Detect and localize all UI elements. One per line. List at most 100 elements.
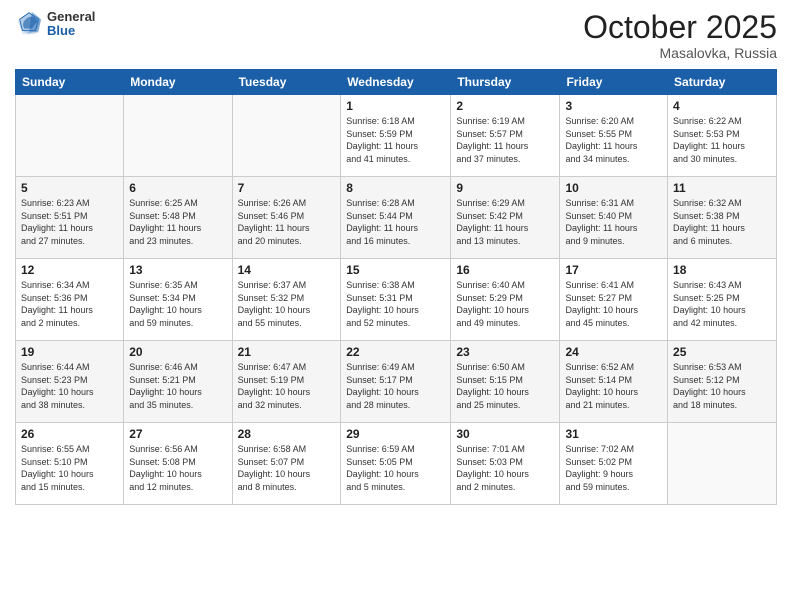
calendar-day-cell: 20Sunrise: 6:46 AM Sunset: 5:21 PM Dayli… bbox=[124, 341, 232, 423]
day-number: 26 bbox=[21, 427, 118, 441]
day-number: 12 bbox=[21, 263, 118, 277]
day-number: 23 bbox=[456, 345, 554, 359]
calendar-day-cell: 13 Sunrise: 6:35 AM Sunset: 5:34 PM Dayli… bbox=[124, 259, 232, 341]
day-number: 21 bbox=[238, 345, 336, 359]
header-wednesday: Wednesday bbox=[341, 70, 451, 95]
day-number: 17 bbox=[565, 263, 662, 277]
day-info: Sunrise: 6:49 AM Sunset: 5:17 PM Dayligh… bbox=[346, 361, 445, 411]
calendar-day-cell: 6Sunrise: 6:25 AM Sunset: 5:48 PM Daylig… bbox=[124, 177, 232, 259]
location-subtitle: Masalovka, Russia bbox=[583, 45, 777, 61]
calendar-day-cell: 22 Sunrise: 6:49 AM Sunset: 5:17 PM Dayli… bbox=[341, 341, 451, 423]
header: General Blue October 2025 Masalovka, Rus… bbox=[15, 10, 777, 61]
calendar-day-cell: 3 Sunrise: 6:20 AM Sunset: 5:55 PM Daylig… bbox=[560, 95, 668, 177]
calendar-day-cell: 29Sunrise: 6:59 AM Sunset: 5:05 PM Dayli… bbox=[341, 423, 451, 505]
header-tuesday: Tuesday bbox=[232, 70, 341, 95]
day-info: Sunrise: 6:29 AM Sunset: 5:42 PM Dayligh… bbox=[456, 197, 554, 247]
day-info: Sunrise: 6:56 AM Sunset: 5:08 PM Dayligh… bbox=[129, 443, 226, 493]
calendar-day-cell: 11Sunrise: 6:32 AM Sunset: 5:38 PM Dayli… bbox=[668, 177, 777, 259]
calendar-day-cell: 27 Sunrise: 6:56 AM Sunset: 5:08 PM Dayli… bbox=[124, 423, 232, 505]
month-title: October 2025 bbox=[583, 10, 777, 45]
day-number: 27 bbox=[129, 427, 226, 441]
day-number: 3 bbox=[565, 99, 662, 113]
day-number: 31 bbox=[565, 427, 662, 441]
day-info: Sunrise: 6:31 AM Sunset: 5:40 PM Dayligh… bbox=[565, 197, 662, 247]
calendar-day-cell: 5 Sunrise: 6:23 AM Sunset: 5:51 PM Daylig… bbox=[16, 177, 124, 259]
calendar-day-cell: 25 Sunrise: 6:53 AM Sunset: 5:12 PM Dayli… bbox=[668, 341, 777, 423]
calendar-day-cell bbox=[668, 423, 777, 505]
calendar-week-row: 1 Sunrise: 6:18 AM Sunset: 5:59 PM Daylig… bbox=[16, 95, 777, 177]
calendar-day-cell: 18Sunrise: 6:43 AM Sunset: 5:25 PM Dayli… bbox=[668, 259, 777, 341]
calendar-day-cell: 10Sunrise: 6:31 AM Sunset: 5:40 PM Dayli… bbox=[560, 177, 668, 259]
calendar-day-cell: 15 Sunrise: 6:38 AM Sunset: 5:31 PM Dayli… bbox=[341, 259, 451, 341]
day-number: 9 bbox=[456, 181, 554, 195]
day-number: 25 bbox=[673, 345, 771, 359]
header-saturday: Saturday bbox=[668, 70, 777, 95]
calendar-day-cell: 26 Sunrise: 6:55 AM Sunset: 5:10 PM Dayli… bbox=[16, 423, 124, 505]
day-number: 13 bbox=[129, 263, 226, 277]
calendar-week-row: 5 Sunrise: 6:23 AM Sunset: 5:51 PM Daylig… bbox=[16, 177, 777, 259]
weekday-header-row: Sunday Monday Tuesday Wednesday Thursday… bbox=[16, 70, 777, 95]
calendar-week-row: 19 Sunrise: 6:44 AM Sunset: 5:23 PM Dayli… bbox=[16, 341, 777, 423]
calendar-day-cell: 1 Sunrise: 6:18 AM Sunset: 5:59 PM Daylig… bbox=[341, 95, 451, 177]
calendar-day-cell: 9 Sunrise: 6:29 AM Sunset: 5:42 PM Daylig… bbox=[451, 177, 560, 259]
calendar-day-cell: 17 Sunrise: 6:41 AM Sunset: 5:27 PM Dayli… bbox=[560, 259, 668, 341]
title-block: October 2025 Masalovka, Russia bbox=[583, 10, 777, 61]
logo-text: General Blue bbox=[47, 10, 95, 39]
calendar-day-cell: 4 Sunrise: 6:22 AM Sunset: 5:53 PM Daylig… bbox=[668, 95, 777, 177]
day-number: 30 bbox=[456, 427, 554, 441]
day-info: Sunrise: 6:22 AM Sunset: 5:53 PM Dayligh… bbox=[673, 115, 771, 165]
day-info: Sunrise: 6:58 AM Sunset: 5:07 PM Dayligh… bbox=[238, 443, 336, 493]
day-info: Sunrise: 6:53 AM Sunset: 5:12 PM Dayligh… bbox=[673, 361, 771, 411]
day-info: Sunrise: 6:35 AM Sunset: 5:34 PM Dayligh… bbox=[129, 279, 226, 329]
day-number: 8 bbox=[346, 181, 445, 195]
calendar-day-cell: 30Sunrise: 7:01 AM Sunset: 5:03 PM Dayli… bbox=[451, 423, 560, 505]
day-info: Sunrise: 6:32 AM Sunset: 5:38 PM Dayligh… bbox=[673, 197, 771, 247]
day-info: Sunrise: 6:59 AM Sunset: 5:05 PM Dayligh… bbox=[346, 443, 445, 493]
calendar-day-cell: 31 Sunrise: 7:02 AM Sunset: 5:02 PM Dayli… bbox=[560, 423, 668, 505]
calendar-day-cell: 2 Sunrise: 6:19 AM Sunset: 5:57 PM Daylig… bbox=[451, 95, 560, 177]
header-monday: Monday bbox=[124, 70, 232, 95]
calendar-week-row: 12Sunrise: 6:34 AM Sunset: 5:36 PM Dayli… bbox=[16, 259, 777, 341]
logo: General Blue bbox=[15, 10, 95, 39]
day-info: Sunrise: 7:02 AM Sunset: 5:02 PM Dayligh… bbox=[565, 443, 662, 493]
day-number: 22 bbox=[346, 345, 445, 359]
day-info: Sunrise: 6:40 AM Sunset: 5:29 PM Dayligh… bbox=[456, 279, 554, 329]
calendar-day-cell: 19 Sunrise: 6:44 AM Sunset: 5:23 PM Dayli… bbox=[16, 341, 124, 423]
day-info: Sunrise: 6:26 AM Sunset: 5:46 PM Dayligh… bbox=[238, 197, 336, 247]
header-friday: Friday bbox=[560, 70, 668, 95]
day-info: Sunrise: 6:18 AM Sunset: 5:59 PM Dayligh… bbox=[346, 115, 445, 165]
day-info: Sunrise: 6:38 AM Sunset: 5:31 PM Dayligh… bbox=[346, 279, 445, 329]
day-number: 5 bbox=[21, 181, 118, 195]
logo-blue-text: Blue bbox=[47, 24, 95, 38]
day-number: 15 bbox=[346, 263, 445, 277]
day-info: Sunrise: 6:41 AM Sunset: 5:27 PM Dayligh… bbox=[565, 279, 662, 329]
day-info: Sunrise: 6:47 AM Sunset: 5:19 PM Dayligh… bbox=[238, 361, 336, 411]
calendar-day-cell: 28Sunrise: 6:58 AM Sunset: 5:07 PM Dayli… bbox=[232, 423, 341, 505]
day-number: 2 bbox=[456, 99, 554, 113]
day-info: Sunrise: 6:23 AM Sunset: 5:51 PM Dayligh… bbox=[21, 197, 118, 247]
day-number: 16 bbox=[456, 263, 554, 277]
day-info: Sunrise: 6:55 AM Sunset: 5:10 PM Dayligh… bbox=[21, 443, 118, 493]
day-number: 4 bbox=[673, 99, 771, 113]
calendar-week-row: 26 Sunrise: 6:55 AM Sunset: 5:10 PM Dayli… bbox=[16, 423, 777, 505]
day-number: 6 bbox=[129, 181, 226, 195]
day-number: 7 bbox=[238, 181, 336, 195]
day-info: Sunrise: 6:46 AM Sunset: 5:21 PM Dayligh… bbox=[129, 361, 226, 411]
day-info: Sunrise: 6:28 AM Sunset: 5:44 PM Dayligh… bbox=[346, 197, 445, 247]
day-number: 14 bbox=[238, 263, 336, 277]
day-info: Sunrise: 6:20 AM Sunset: 5:55 PM Dayligh… bbox=[565, 115, 662, 165]
day-number: 1 bbox=[346, 99, 445, 113]
calendar-day-cell bbox=[124, 95, 232, 177]
day-info: Sunrise: 6:37 AM Sunset: 5:32 PM Dayligh… bbox=[238, 279, 336, 329]
day-info: Sunrise: 6:44 AM Sunset: 5:23 PM Dayligh… bbox=[21, 361, 118, 411]
calendar-day-cell: 21 Sunrise: 6:47 AM Sunset: 5:19 PM Dayli… bbox=[232, 341, 341, 423]
day-info: Sunrise: 6:50 AM Sunset: 5:15 PM Dayligh… bbox=[456, 361, 554, 411]
calendar-container: General Blue October 2025 Masalovka, Rus… bbox=[0, 0, 792, 612]
day-number: 19 bbox=[21, 345, 118, 359]
calendar-table: Sunday Monday Tuesday Wednesday Thursday… bbox=[15, 69, 777, 505]
header-thursday: Thursday bbox=[451, 70, 560, 95]
day-info: Sunrise: 6:52 AM Sunset: 5:14 PM Dayligh… bbox=[565, 361, 662, 411]
calendar-day-cell bbox=[232, 95, 341, 177]
day-number: 24 bbox=[565, 345, 662, 359]
day-info: Sunrise: 6:19 AM Sunset: 5:57 PM Dayligh… bbox=[456, 115, 554, 165]
